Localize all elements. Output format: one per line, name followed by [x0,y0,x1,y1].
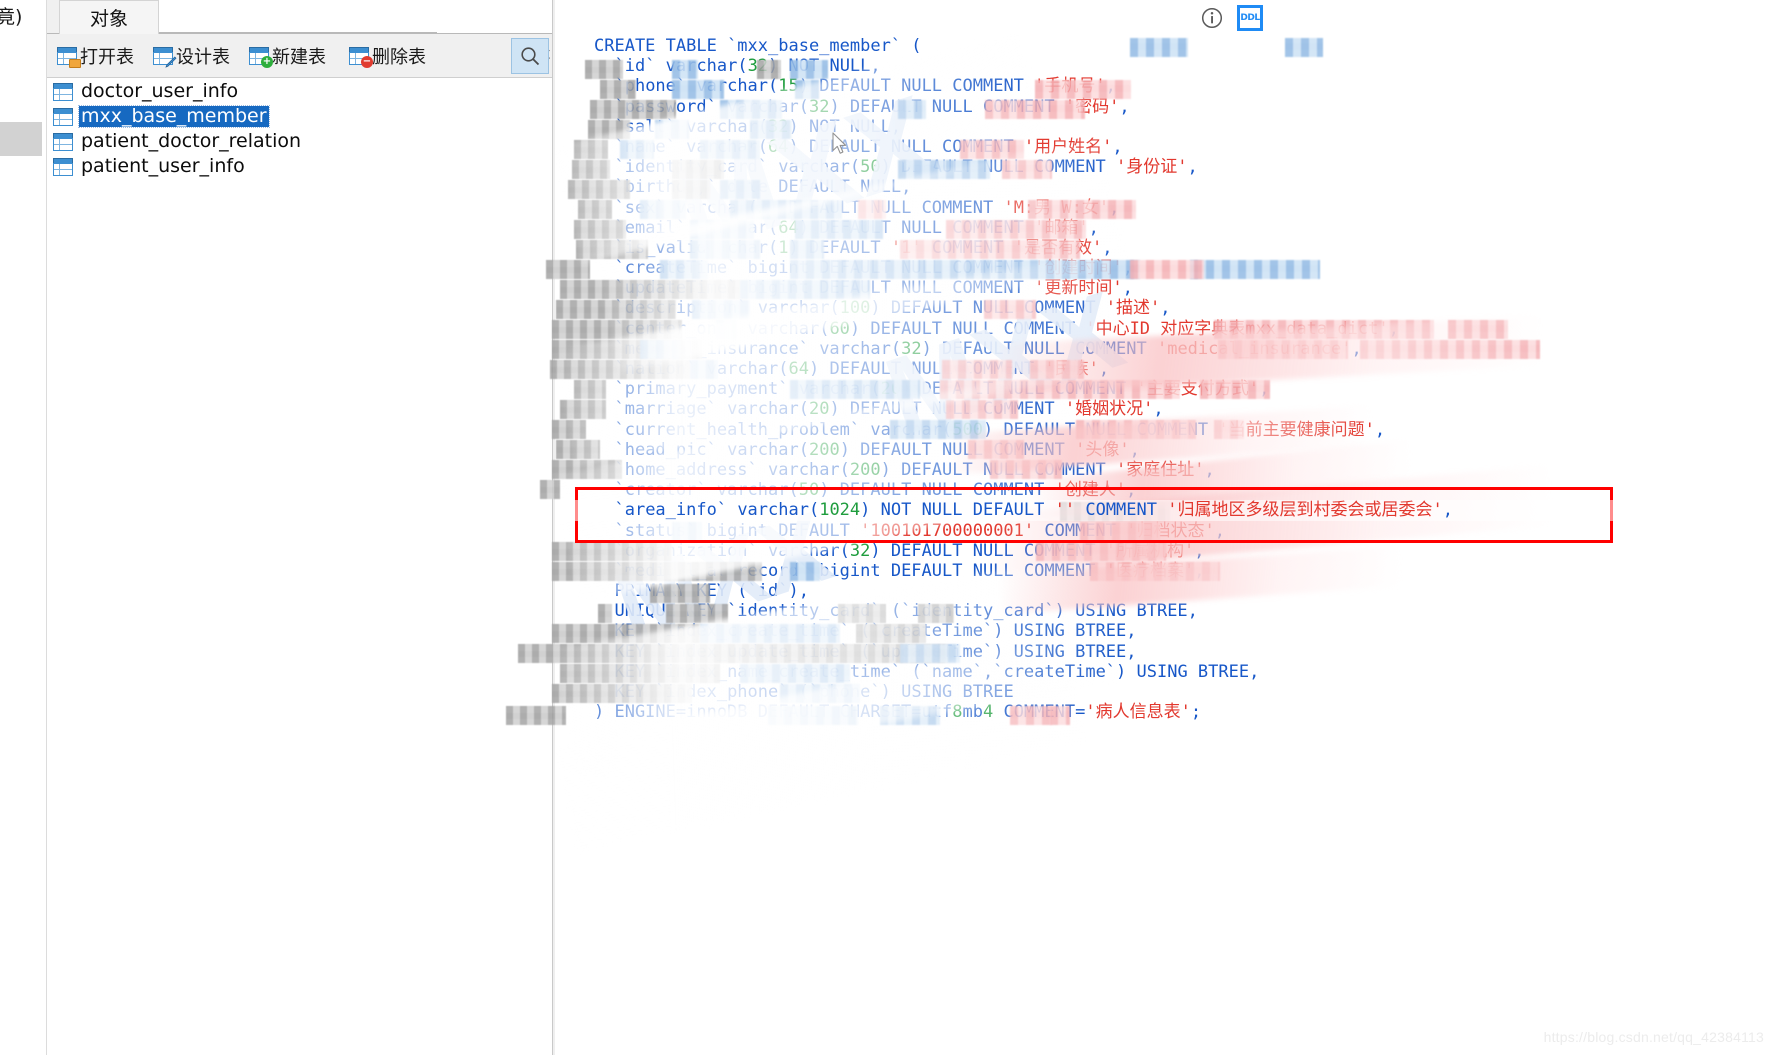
info-circle-icon[interactable] [1200,6,1224,30]
sql-line: PRIMARY KEY (`id`), [594,581,809,602]
sql-line: `organization` varchar(32) DEFAULT NULL … [614,540,1205,561]
design-table-button[interactable]: 设计表 [151,40,232,72]
delete-table-button[interactable]: − 删除表 [347,40,428,72]
sql-line: `birthday` date DEFAULT NULL, [614,177,912,198]
sql-line: `marriage` varchar(20) DEFAULT NULL COMM… [614,399,1164,420]
table-new-icon: + [249,47,273,68]
sql-line: `current_health_problem` varchar(500) DE… [614,419,1386,440]
table-list-item-patient_user_info[interactable]: patient_user_info [47,154,552,179]
sql-line: `is_valid` char(1) DEFAULT '1' COMMENT '… [614,237,1113,258]
sql-line: `email` varchar(64) DEFAULT NULL COMMENT… [614,217,1099,238]
table-open-icon [57,47,81,68]
tab-objects-label: 对象 [89,8,128,30]
sql-line: `description` varchar(100) DEFAULT NULL … [614,298,1171,319]
table-list: doctor_user_info mxx_base_member patient_d… [47,79,552,1055]
left-partial-text: 竟) [0,6,23,28]
new-table-button[interactable]: + 新建表 [247,40,328,72]
sql-line: KEY `index_phone` (`phone`) USING BTREE [594,682,1014,702]
sql-line: `salt` varchar(32) NOT NULL, [614,116,902,137]
sql-line: `center_one` varchar(60) DEFAULT NULL CO… [614,318,1399,339]
sql-line: `name` varchar(64) DEFAULT NULL COMMENT … [614,136,1123,157]
ddl-header: DDL [555,0,1780,36]
left-selected-band [0,122,42,156]
table-list-item-label: mxx_base_member [78,105,270,128]
sql-line: `identity_card` varchar(50) DEFAULT NULL… [614,157,1198,178]
sql-line: KEY `index_name_create_time` (`name`,`cr… [594,661,1260,682]
table-icon [53,82,73,101]
ddl-view-button-label: DDL [1240,13,1260,23]
table-list-item-mxx_base_member[interactable]: mxx_base_member [47,104,552,129]
sidebar-tabstrip: 对象 [47,0,552,34]
ddl-panel: DDL CREATE TABLE `mxx_base_member` ( `id… [555,0,1780,1055]
sql-line: `medical_at_record` bigint DEFAULT NULL … [614,560,1205,581]
table-list-item-label: doctor_user_info [81,80,239,102]
new-table-label: 新建表 [272,47,326,68]
open-table-label: 打开表 [80,47,134,68]
left-edge-strip: 竟) [0,0,47,1055]
sql-line: CREATE TABLE `mxx_base_member` ( [594,36,922,56]
navicat-window: 竟) 对象 打开表 设计表 + 新建表 − 删除表 doctor_user_in… [0,0,1780,1055]
table-design-icon [153,47,177,68]
sql-line: `head_pic` varchar(200) DEFAULT NULL COM… [614,439,1140,460]
csdn-watermark: https://blog.csdn.net/qq_42384113 [1543,1029,1764,1045]
tabstrip-right-area [437,0,552,33]
table-icon [53,157,73,176]
search-button[interactable] [511,38,549,74]
sql-ddl-code[interactable]: CREATE TABLE `mxx_base_member` ( `id` va… [555,36,1780,1055]
sql-line: `updateTime` bigint DEFAULT NULL COMMENT… [614,278,1133,299]
sql-line: `sex` varchar(2) DEFAULT NULL COMMENT 'M… [614,197,1120,218]
tab-objects[interactable]: 对象 [59,0,159,34]
table-list-item-label: patient_doctor_relation [81,130,302,152]
sql-line: `area_info` varchar(1024) NOT NULL DEFAU… [555,500,1780,521]
ddl-view-button[interactable]: DDL [1237,5,1263,31]
sql-line: ) ENGINE=innoDB DEFAULT CHARSET=utf8mb4 … [594,702,1202,723]
sql-line: KEY `index_create_time` (`createTime`) U… [594,621,1137,642]
table-delete-icon: − [349,47,373,68]
sql-line: `createTime` bigint DEFAULT NULL COMMENT… [614,258,1133,279]
search-icon [521,47,540,66]
table-list-item-doctor_user_info[interactable]: doctor_user_info [47,79,552,104]
table-icon [53,132,73,151]
sql-line: `password` varchar(32) DEFAULT NULL COMM… [614,96,1130,117]
object-sidebar: 对象 打开表 设计表 + 新建表 − 删除表 doctor_user_info … [47,0,552,1055]
sql-line: `home_address` varchar(200) DEFAULT NULL… [614,459,1215,480]
sql-line: `medical_insurance` varchar(32) DEFAULT … [614,338,1362,359]
sql-line: UNIQUE KEY `identity_card` (`identity_ca… [594,601,1198,622]
table-icon [53,107,73,126]
open-table-button[interactable]: 打开表 [55,40,136,72]
sql-line: `id` varchar(32) NOT NULL, [614,56,881,77]
sql-line: `nation` varchar(64) DEFAULT NULL COMMEN… [614,359,1110,379]
sql-line: `primary_payment` varchar(20) DEFAULT NU… [614,379,1270,400]
table-list-item-label: patient_user_info [81,155,245,177]
sql-line: `creator` varchar(50) DEFAULT NULL COMME… [614,480,1137,501]
sql-line: KEY `index_update_time` (`updateTime`) U… [594,641,1137,662]
sql-line: `status` bigint DEFAULT '100101700000001… [614,520,1225,541]
sql-line: `phone` varchar(15) DEFAULT NULL COMMENT… [614,76,1116,97]
design-table-label: 设计表 [176,47,230,68]
table-list-item-patient_doctor_relation[interactable]: patient_doctor_relation [47,129,552,154]
delete-table-label: 删除表 [372,47,426,68]
sidebar-toolbar: 打开表 设计表 + 新建表 − 删除表 [47,34,552,78]
